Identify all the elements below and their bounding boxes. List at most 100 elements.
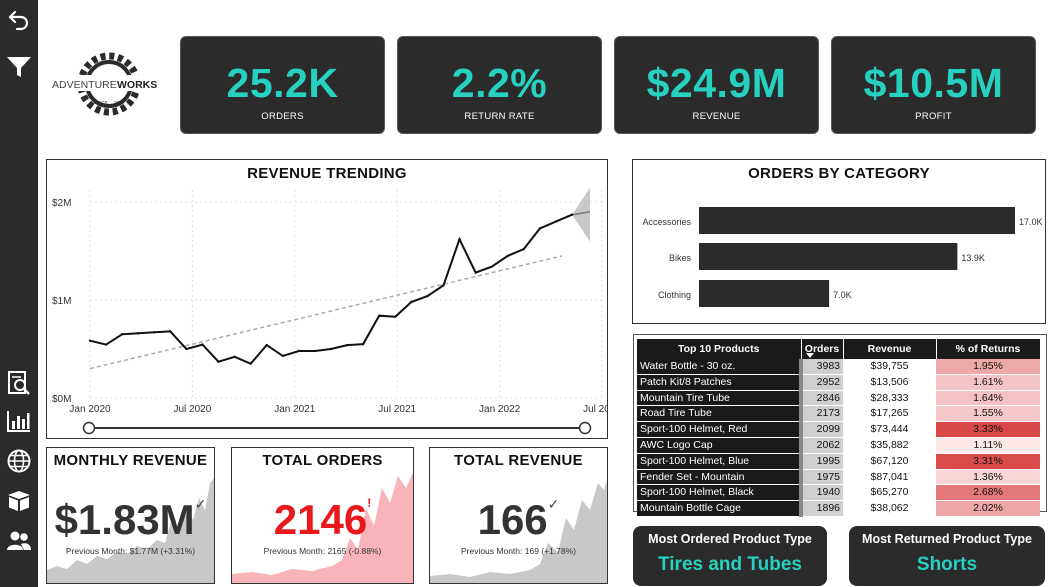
col-header-revenue[interactable]: Revenue [843, 339, 937, 359]
back-button[interactable] [4, 4, 34, 34]
revenue-trending-chart: Jan 2020 Jul 2020 Jan 2021 Jul 2021 Jan 2022… [52, 187, 607, 435]
data-point[interactable] [201, 343, 204, 346]
total-revenue-number: 166 [477, 496, 548, 543]
data-point[interactable] [265, 343, 268, 347]
total-orders-value: 2146! [232, 496, 413, 544]
filter-icon [7, 57, 31, 77]
col-header-product[interactable]: Top 10 Products [637, 339, 802, 359]
dashboard: ADVENTURE WORKS SINCE 2000 25.2K ORDERS … [0, 0, 1051, 587]
data-point[interactable] [474, 271, 477, 274]
category-bar[interactable] [699, 207, 1015, 234]
data-point[interactable] [185, 347, 188, 351]
report-search-button[interactable] [4, 368, 34, 398]
alert-icon: ! [367, 496, 372, 510]
most-ordered-title: Most Ordered Product Type [648, 532, 812, 546]
cell-returns: 2.68% [936, 484, 1040, 502]
cell-product: Road Tire Tube [637, 405, 801, 423]
table-row[interactable]: AWC Logo Cap 2062 $35,882 1.11% [637, 437, 1040, 454]
bar-value-label: 17.0K [1019, 217, 1043, 227]
data-point[interactable] [394, 315, 397, 318]
data-point[interactable] [522, 247, 525, 251]
table-row[interactable]: Water Bottle - 30 oz. 3983 $39,755 1.95% [637, 359, 1040, 375]
cell-revenue: $39,755 [843, 359, 936, 375]
bar-chart-button[interactable] [4, 406, 34, 436]
total-orders-card: TOTAL ORDERS 2146! Previous Month: 2165 … [231, 447, 414, 584]
total-orders-title: TOTAL ORDERS [262, 452, 383, 469]
products-button[interactable] [4, 486, 34, 516]
total-revenue-value: 166✓ [430, 496, 607, 544]
customers-button[interactable] [4, 526, 34, 556]
x-tick-label: Jan 2022 [479, 404, 521, 415]
table-row[interactable]: Sport-100 Helmet, Black 1940 $65,270 2.68% [637, 484, 1040, 502]
bar-value-label: 13.9K [961, 253, 985, 263]
data-point[interactable] [120, 333, 124, 336]
data-point[interactable] [490, 265, 493, 268]
table-row[interactable]: Sport-100 Helmet, Red 2099 $73,444 3.33% [637, 421, 1040, 438]
table-row[interactable]: Fender Set - Mountain 1975 $87,041 1.36% [637, 469, 1040, 486]
category-label: Clothing [658, 290, 691, 300]
kpi-profit-label: PROFIT [915, 111, 952, 122]
category-bar[interactable] [699, 243, 958, 270]
globe-icon [7, 449, 31, 473]
table-row[interactable]: Mountain Tire Tube 2846 $28,333 1.64% [637, 390, 1040, 407]
data-point[interactable] [506, 254, 509, 258]
data-point[interactable] [217, 360, 220, 363]
table-row[interactable]: Patch Kit/8 Patches 2952 $13,506 1.61% [637, 374, 1040, 391]
data-point[interactable] [104, 343, 108, 346]
date-range-start-handle[interactable] [82, 421, 96, 435]
orders-by-category-chart: Accessories 17.0K Bikes 13.9K Clothing 7.0K [642, 207, 1043, 307]
col-header-returns[interactable]: % of Returns [936, 339, 1041, 359]
cell-revenue: $87,041 [843, 469, 936, 486]
data-point[interactable] [426, 294, 429, 298]
cell-product: Sport-100 Helmet, Blue [637, 453, 801, 470]
filter-button[interactable] [4, 52, 34, 82]
data-point[interactable] [281, 354, 284, 358]
bar-value-label: 7.0K [833, 290, 852, 300]
map-button[interactable] [4, 446, 34, 476]
table-row[interactable]: Road Tire Tube 2173 $17,265 1.55% [637, 405, 1040, 423]
revenue-trending-panel: REVENUE TRENDING Jan 2020 Jul 2020 Jan 202… [46, 159, 608, 439]
category-bar[interactable] [699, 280, 830, 307]
cell-product: Sport-100 Helmet, Red [637, 421, 801, 438]
top-products-table: Top 10 Products Orders Revenue % of Retu… [637, 339, 1041, 517]
data-point[interactable] [538, 227, 542, 230]
data-point[interactable] [410, 300, 413, 304]
table-row[interactable]: Sport-100 Helmet, Blue 1995 $67,120 3.31% [637, 453, 1040, 470]
data-point[interactable] [249, 362, 252, 365]
data-point[interactable] [169, 330, 172, 333]
data-point[interactable] [233, 355, 236, 359]
data-point[interactable] [88, 339, 92, 342]
data-point[interactable] [153, 331, 156, 334]
data-point[interactable] [378, 314, 381, 317]
box-icon [8, 491, 30, 511]
cell-product: Mountain Tire Tube [637, 390, 801, 407]
y-tick-label: $1M [52, 296, 71, 307]
most-ordered-card: Most Ordered Product Type Tires and Tube… [633, 526, 827, 586]
data-point[interactable] [137, 332, 140, 335]
logo-text-adventure: ADVENTURE [52, 79, 117, 91]
data-point[interactable] [345, 343, 349, 347]
data-point[interactable] [442, 284, 445, 287]
kpi-return-rate: 2.2% RETURN RATE [397, 36, 602, 134]
data-point[interactable] [458, 238, 461, 241]
data-point[interactable] [361, 342, 365, 346]
sort-desc-icon [805, 353, 814, 358]
data-point[interactable] [313, 349, 317, 353]
cell-orders: 2173 [799, 405, 843, 423]
cell-orders: 3983 [799, 359, 843, 375]
cell-revenue: $17,265 [843, 405, 936, 423]
data-point[interactable] [329, 347, 333, 351]
cell-revenue: $65,270 [843, 484, 936, 502]
table-row[interactable]: Mountain Bottle Cage 1896 $38,062 2.02% [637, 500, 1040, 517]
cell-orders: 1896 [799, 500, 843, 517]
date-range-end-handle[interactable] [578, 421, 592, 435]
data-point[interactable] [570, 213, 574, 216]
cell-product: Patch Kit/8 Patches [637, 374, 801, 391]
data-point[interactable] [297, 349, 301, 353]
total-revenue-title: TOTAL REVENUE [454, 452, 583, 469]
cell-product: Sport-100 Helmet, Black [637, 484, 801, 502]
data-point[interactable] [554, 220, 558, 223]
col-header-orders[interactable]: Orders [801, 339, 844, 359]
cell-returns: 1.55% [936, 405, 1040, 423]
x-tick-label: Jul 2021 [378, 404, 416, 415]
